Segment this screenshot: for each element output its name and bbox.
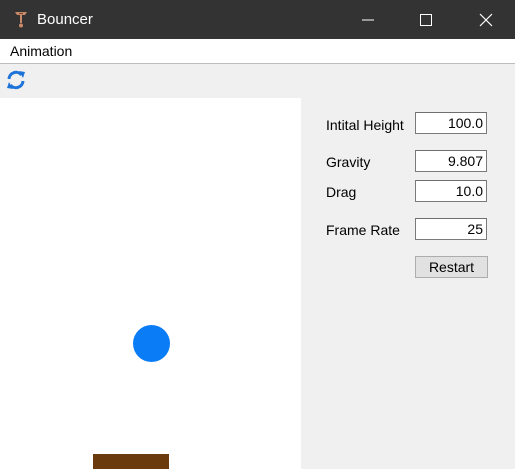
animation-canvas [0,98,301,469]
bouncer-app-icon [15,12,27,28]
gravity-input[interactable] [415,150,487,172]
initial-height-label: Intital Height [326,117,404,133]
close-icon [479,13,493,27]
close-button[interactable] [457,0,515,39]
settings-panel: Intital Height Gravity Drag Frame Rate R… [301,98,515,469]
maximize-icon [420,14,432,26]
menu-item-animation[interactable]: Animation [10,43,72,59]
menu-bar: Animation [0,39,515,64]
refresh-icon [7,70,25,90]
drag-label: Drag [326,184,357,200]
minimize-button[interactable] [339,0,397,39]
frame-rate-label: Frame Rate [326,222,400,238]
drag-input[interactable] [415,180,487,202]
ground-block [93,454,169,469]
minimize-icon [362,19,374,21]
title-bar: Bouncer [0,0,515,39]
initial-height-input[interactable] [415,112,487,134]
toolbar [0,64,515,98]
maximize-button[interactable] [397,0,455,39]
gravity-label: Gravity [326,154,371,170]
bouncing-ball [133,325,170,362]
restart-button[interactable]: Restart [415,256,488,278]
refresh-button[interactable] [5,69,27,91]
frame-rate-input[interactable] [415,218,487,240]
window-title: Bouncer [37,11,93,28]
